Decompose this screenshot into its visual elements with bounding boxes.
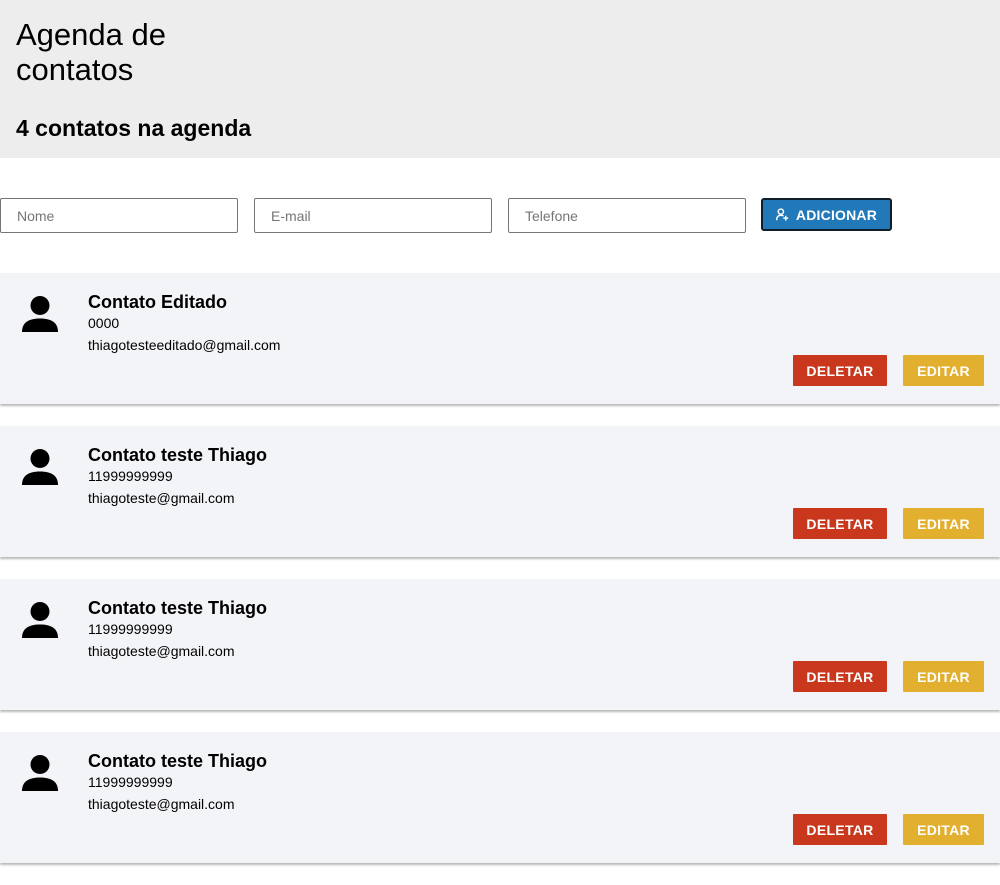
- contact-email: thiagoteste@gmail.com: [88, 643, 235, 659]
- person-icon: [22, 602, 58, 638]
- delete-button[interactable]: DELETAR: [793, 661, 887, 692]
- person-icon: [22, 755, 58, 791]
- contact-email: thiagotesteeditado@gmail.com: [88, 337, 281, 353]
- edit-button[interactable]: EDITAR: [903, 508, 984, 539]
- person-icon: [22, 449, 58, 485]
- contact-phone: 0000: [88, 315, 120, 331]
- contact-phone: 11999999999: [88, 774, 173, 790]
- contact-email: thiagoteste@gmail.com: [88, 796, 235, 812]
- delete-button[interactable]: DELETAR: [793, 814, 887, 845]
- page-title: Agenda de contatos: [16, 17, 166, 87]
- add-contact-form: ADICIONAR: [0, 198, 1000, 234]
- contact-name: Contato teste Thiago: [88, 751, 267, 771]
- delete-button[interactable]: DELETAR: [793, 508, 887, 539]
- add-user-icon: [775, 208, 789, 221]
- add-contact-label: ADICIONAR: [795, 206, 878, 223]
- contact-card: Contato teste Thiago 11999999999 thiagotes…: [0, 579, 1000, 710]
- contact-name: Contato teste Thiago: [88, 445, 267, 465]
- contact-email: thiagoteste@gmail.com: [88, 490, 235, 506]
- edit-button[interactable]: EDITAR: [903, 814, 984, 845]
- header: Agenda de contatos 4 contatos na agenda: [0, 0, 1000, 158]
- phone-input[interactable]: [508, 198, 746, 233]
- contact-count: 4 contatos na agenda: [16, 115, 252, 141]
- person-icon: [22, 296, 58, 332]
- contact-phone: 11999999999: [88, 621, 173, 637]
- contact-phone: 11999999999: [88, 468, 173, 484]
- name-input[interactable]: [0, 198, 238, 233]
- contact-card: Contato Editado 0000 thiagotesteeditado@gm…: [0, 273, 1000, 404]
- contact-name: Contato Editado: [88, 292, 227, 312]
- delete-button[interactable]: DELETAR: [793, 355, 887, 386]
- edit-button[interactable]: EDITAR: [903, 661, 984, 692]
- email-input[interactable]: [254, 198, 492, 233]
- add-contact-button[interactable]: ADICIONAR: [761, 198, 892, 231]
- contact-card: Contato teste Thiago 11999999999 thiagotes…: [0, 732, 1000, 863]
- edit-button[interactable]: EDITAR: [903, 355, 984, 386]
- contact-name: Contato teste Thiago: [88, 598, 267, 618]
- contact-card: Contato teste Thiago 11999999999 thiagotes…: [0, 426, 1000, 557]
